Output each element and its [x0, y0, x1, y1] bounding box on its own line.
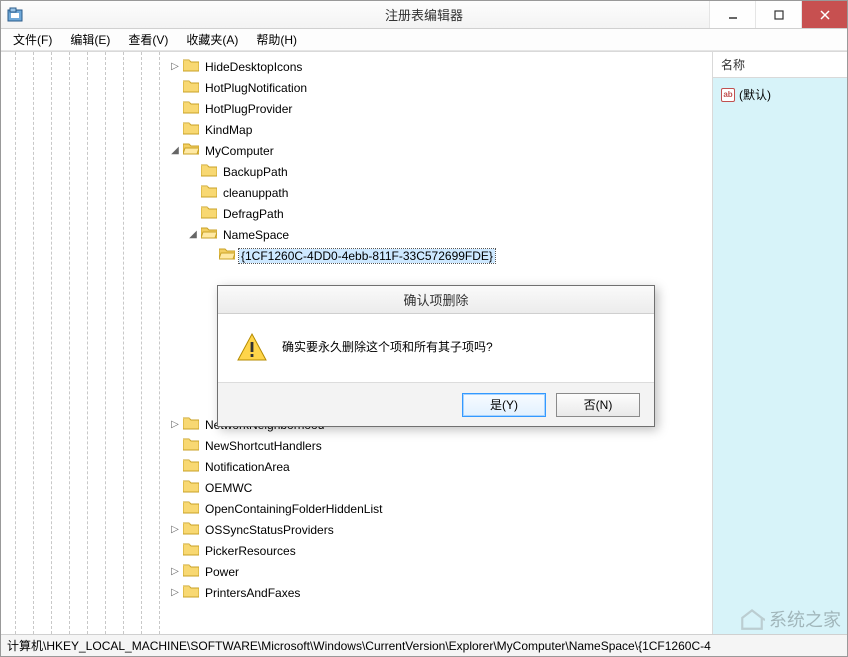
expand-icon[interactable]: ▷	[169, 566, 181, 578]
tree-item[interactable]: ◢ NameSpace	[169, 224, 712, 245]
tree-item[interactable]: PickerResources	[169, 540, 712, 561]
close-button[interactable]	[801, 1, 847, 28]
tree-item[interactable]: ▷ OSSyncStatusProviders	[169, 519, 712, 540]
tree-item-label: NotificationArea	[203, 460, 292, 474]
app-icon	[7, 7, 23, 23]
tree-item-label: NameSpace	[221, 228, 291, 242]
menu-file[interactable]: 文件(F)	[5, 29, 60, 50]
expand-icon[interactable]: ▷	[169, 587, 181, 599]
tree-item-label: OEMWC	[203, 481, 254, 495]
tree-item-label: OpenContainingFolderHiddenList	[203, 502, 384, 516]
yes-button[interactable]: 是(Y)	[462, 393, 546, 417]
menu-view[interactable]: 查看(V)	[120, 29, 176, 50]
tree-item[interactable]: HotPlugNotification	[169, 77, 712, 98]
tree-item[interactable]: NewShortcutHandlers	[169, 435, 712, 456]
tree-item-label: DefragPath	[221, 207, 286, 221]
menu-help[interactable]: 帮助(H)	[248, 29, 305, 50]
dialog-title: 确认项删除	[218, 286, 654, 314]
folder-icon	[201, 163, 221, 180]
folder-icon	[183, 58, 203, 75]
dialog-buttons: 是(Y) 否(N)	[218, 382, 654, 426]
tree-item[interactable]: OpenContainingFolderHiddenList	[169, 498, 712, 519]
tree-item-label: HideDesktopIcons	[203, 60, 304, 74]
tree-item-label: NewShortcutHandlers	[203, 439, 324, 453]
tree-item-label: BackupPath	[221, 165, 290, 179]
folder-icon	[201, 205, 221, 222]
folder-icon	[183, 479, 203, 496]
expand-icon[interactable]: ▷	[169, 61, 181, 73]
values-header-name[interactable]: 名称	[713, 52, 847, 78]
tree-item-label: MyComputer	[203, 144, 276, 158]
tree-item[interactable]: NotificationArea	[169, 456, 712, 477]
folder-icon	[183, 458, 203, 475]
folder-icon	[183, 437, 203, 454]
collapse-icon[interactable]: ◢	[187, 229, 199, 241]
tree-item[interactable]: ▷ Power	[169, 561, 712, 582]
folder-icon	[183, 521, 203, 538]
tree-item[interactable]: ▷ HideDesktopIcons	[169, 56, 712, 77]
collapse-icon[interactable]: ◢	[169, 145, 181, 157]
folder-icon	[183, 142, 203, 159]
folder-icon	[183, 584, 203, 601]
tree-item[interactable]: ◢ MyComputer	[169, 140, 712, 161]
expand-icon[interactable]: ▷	[169, 419, 181, 431]
tree-item[interactable]: ▷ PrintersAndFaxes	[169, 582, 712, 603]
folder-icon	[201, 226, 221, 243]
dialog-body: 确实要永久删除这个项和所有其子项吗?	[218, 314, 654, 382]
tree-item[interactable]: BackupPath	[169, 161, 712, 182]
menu-edit[interactable]: 编辑(E)	[62, 29, 118, 50]
no-button[interactable]: 否(N)	[556, 393, 640, 417]
tree-item[interactable]: DefragPath	[169, 203, 712, 224]
tree-item-label: cleanuppath	[221, 186, 290, 200]
tree-item-label: PickerResources	[203, 544, 298, 558]
tree-item[interactable]: cleanuppath	[169, 182, 712, 203]
folder-icon	[183, 79, 203, 96]
tree-item-label: {1CF1260C-4DD0-4ebb-811F-33C572699FDE}	[239, 249, 495, 263]
tree-item-label: PrintersAndFaxes	[203, 586, 302, 600]
status-bar: 计算机\HKEY_LOCAL_MACHINE\SOFTWARE\Microsof…	[1, 634, 847, 656]
tree-item-label: Power	[203, 565, 241, 579]
menu-favorites[interactable]: 收藏夹(A)	[178, 29, 246, 50]
tree-item-label: OSSyncStatusProviders	[203, 523, 336, 537]
string-value-icon: ab	[721, 88, 735, 102]
dialog-message: 确实要永久删除这个项和所有其子项吗?	[282, 332, 493, 355]
maximize-button[interactable]	[755, 1, 801, 28]
window-buttons	[709, 1, 847, 28]
folder-icon	[183, 563, 203, 580]
tree-item-label: KindMap	[203, 123, 254, 137]
tree-item-label: HotPlugNotification	[203, 81, 309, 95]
values-pane: 名称 ab (默认)	[713, 52, 847, 634]
tree-item[interactable]: KindMap	[169, 119, 712, 140]
folder-icon	[183, 121, 203, 138]
folder-icon	[183, 500, 203, 517]
menubar: 文件(F) 编辑(E) 查看(V) 收藏夹(A) 帮助(H)	[1, 29, 847, 51]
value-row-default[interactable]: ab (默认)	[719, 84, 841, 105]
tree-item[interactable]: {1CF1260C-4DD0-4ebb-811F-33C572699FDE}	[169, 245, 712, 266]
folder-icon	[183, 100, 203, 117]
folder-icon	[183, 416, 203, 433]
confirm-delete-dialog: 确认项删除 确实要永久删除这个项和所有其子项吗? 是(Y) 否(N)	[217, 285, 655, 427]
warning-icon	[236, 332, 268, 364]
tree-item[interactable]: OEMWC	[169, 477, 712, 498]
registry-editor-window: 注册表编辑器 文件(F) 编辑(E) 查看(V) 收藏夹(A) 帮助(H)	[0, 0, 848, 657]
folder-icon	[183, 542, 203, 559]
tree-item-label: HotPlugProvider	[203, 102, 294, 116]
folder-icon	[219, 247, 239, 264]
tree-item[interactable]: HotPlugProvider	[169, 98, 712, 119]
expand-icon[interactable]: ▷	[169, 524, 181, 536]
folder-icon	[201, 184, 221, 201]
value-name: (默认)	[739, 86, 771, 103]
minimize-button[interactable]	[709, 1, 755, 28]
values-list: ab (默认)	[713, 78, 847, 634]
titlebar: 注册表编辑器	[1, 1, 847, 29]
